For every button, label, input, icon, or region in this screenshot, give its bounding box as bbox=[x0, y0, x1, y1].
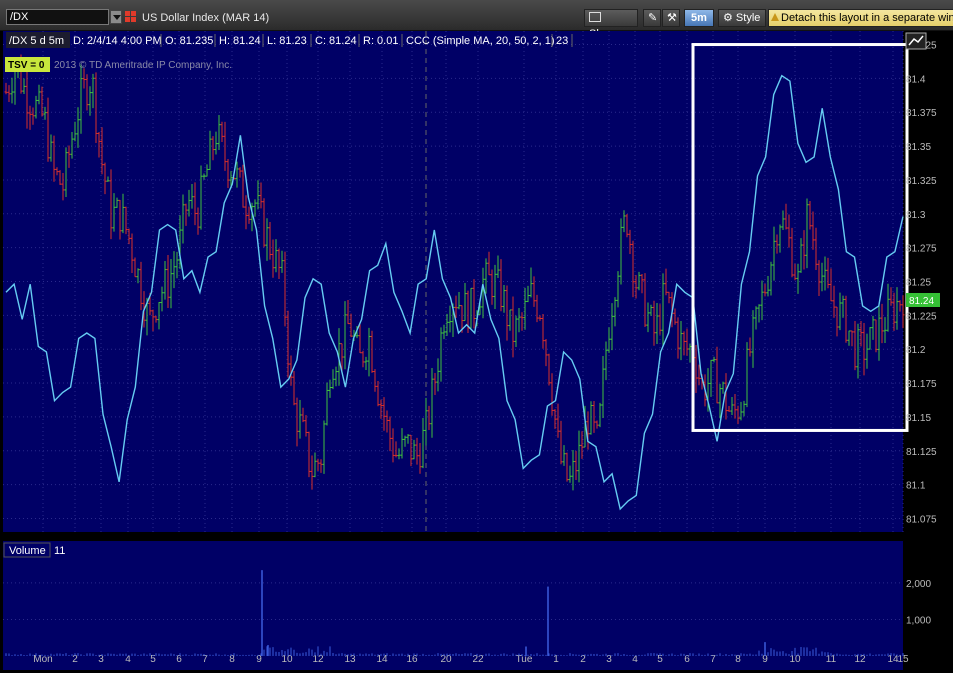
y-tick-label: 81.225 bbox=[906, 311, 937, 322]
header-study-value: 23 bbox=[556, 35, 568, 47]
header-open: O: 81.235 bbox=[165, 35, 213, 47]
y-tick-label: 81.1 bbox=[906, 481, 926, 492]
style-gear-icon: ⚙ bbox=[723, 12, 736, 24]
style-label: Style bbox=[735, 12, 761, 24]
volume-tick-label: 2,000 bbox=[906, 579, 931, 590]
y-tick-label: 81.125 bbox=[906, 447, 937, 458]
header-high: H: 81.24 bbox=[219, 35, 261, 47]
y-tick-label: 81.35 bbox=[906, 142, 931, 153]
header-symbol: /DX 5 d 5m bbox=[9, 35, 64, 47]
symbol-dropdown-button[interactable] bbox=[110, 10, 122, 24]
y-tick-label: 81.2 bbox=[906, 345, 926, 356]
y-tick-label: 81.275 bbox=[906, 244, 937, 255]
y-tick-label: 81.175 bbox=[906, 379, 937, 390]
toolbar: /DX US Dollar Index (MAR 14) Share ✎ ⚒ 5… bbox=[0, 0, 953, 40]
detach-layout-button[interactable]: Detach this layout in a separate win bbox=[768, 9, 953, 27]
x-tick-label: Tue bbox=[516, 654, 533, 665]
copyright-text: 2013 © TD Ameritrade IP Company, Inc. bbox=[54, 60, 232, 71]
style-button[interactable]: ⚙ Style bbox=[718, 9, 766, 27]
studies-wrench-icon[interactable]: ⚒ bbox=[662, 9, 680, 27]
y-tick-label: 81.375 bbox=[906, 108, 937, 119]
y-tick-label: 81.15 bbox=[906, 413, 931, 424]
price-chart[interactable]: 81.42581.481.37581.3581.32581.381.27581.… bbox=[0, 31, 953, 670]
y-tick-label: 81.4 bbox=[906, 74, 926, 85]
share-button[interactable]: Share bbox=[584, 9, 638, 40]
symbol-input[interactable]: /DX bbox=[6, 9, 109, 25]
header-low: L: 81.23 bbox=[267, 35, 307, 47]
share-icon bbox=[589, 12, 601, 22]
header-date: D: 2/4/14 4:00 PM bbox=[73, 35, 162, 47]
chart-area: 81.42581.481.37581.3581.32581.381.27581.… bbox=[0, 31, 953, 670]
y-tick-label: 81.3 bbox=[906, 210, 926, 221]
instrument-description: US Dollar Index (MAR 14) bbox=[142, 12, 270, 24]
y-tick-label: 81.25 bbox=[906, 278, 931, 289]
volume-plot-background bbox=[3, 541, 903, 670]
y-tick-label: 81.075 bbox=[906, 514, 937, 525]
header-close: C: 81.24 bbox=[315, 35, 357, 47]
volume-title: Volume bbox=[9, 545, 46, 557]
last-price-label: 81.24 bbox=[909, 296, 934, 307]
y-tick-label: 81.325 bbox=[906, 176, 937, 187]
header-range: R: 0.01 bbox=[363, 35, 398, 47]
link-grid-icon[interactable] bbox=[125, 11, 136, 22]
timeframe-button[interactable]: 5m bbox=[684, 9, 714, 27]
tsv-badge: TSV = 0 bbox=[8, 60, 45, 71]
drawing-tools-icon[interactable]: ✎ bbox=[643, 9, 661, 27]
volume-value: 11 bbox=[54, 545, 65, 557]
volume-tick-label: 1,000 bbox=[906, 615, 931, 626]
header-study: CCC (Simple MA, 20, 50, 2, 1) bbox=[406, 35, 555, 47]
